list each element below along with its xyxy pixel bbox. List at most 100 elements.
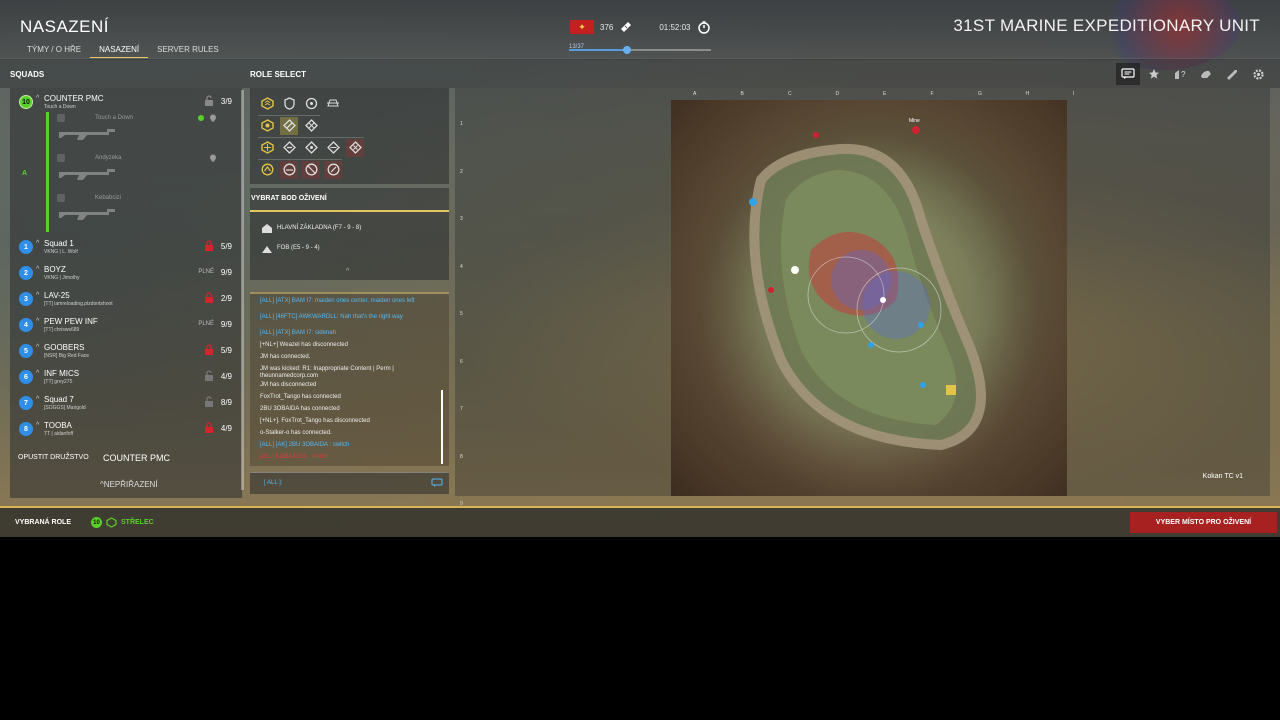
tickets-count: 376 [600, 22, 614, 32]
scout-icon[interactable] [280, 160, 298, 179]
squad-leader: [TT] grey275 [44, 379, 73, 385]
squad-row[interactable]: 2 ^ BOYZ VKNG | Jimothy PLNÉ 9/9 [16, 263, 240, 287]
squad-leader: [NSR] Big Red Face [44, 353, 90, 359]
ticket-icon [621, 22, 632, 32]
squad-row[interactable]: 5 ^ GOOBERS [NSR] Big Red Face 5/9 [16, 341, 240, 365]
squad-leader: [TT] iamreloading.plzdontshoot [44, 301, 113, 307]
map-row-label: 6 [460, 358, 463, 365]
squad-full-badge: PLNÉ [198, 321, 214, 327]
squad-count: 4/9 [220, 424, 232, 433]
squad-count: 9/9 [220, 268, 232, 277]
unassigned-toggle[interactable]: ^NEPŘIŘAZENÍ [100, 480, 158, 489]
tab-server-rules[interactable]: SERVER RULES [148, 44, 228, 58]
selected-role-squad: 10 [91, 517, 102, 528]
hat-icon[interactable] [302, 139, 320, 157]
rifleman-icon[interactable] [258, 117, 276, 135]
chat-send-icon[interactable] [431, 478, 443, 488]
chat-input[interactable]: [ ALL ]: [250, 472, 449, 494]
squad-count: 4/9 [220, 372, 232, 381]
squad-members: Touch a Down Andyzeka Kebabcizi [46, 112, 236, 232]
squad-row[interactable]: 4 ^ PEW PEW INF [TT] chrisws689 PLNÉ 9/9 [16, 315, 240, 339]
chevron-up-icon: ^ [36, 422, 40, 429]
hand-icon [1201, 70, 1211, 78]
chat-icon [1121, 68, 1135, 79]
driver-wheel-icon[interactable] [302, 94, 320, 112]
automatic-rifleman-icon[interactable] [302, 117, 320, 135]
chevron-up-icon: ^ [36, 396, 40, 403]
map-row-label: 7 [460, 406, 463, 412]
squad-member[interactable]: Andyzeka [57, 152, 237, 190]
select-spawn-button[interactable]: VYBER MÍSTO PRO OŽIVENÍ [1130, 512, 1277, 533]
main-base-marker [946, 385, 956, 395]
lat-icon[interactable] [280, 139, 298, 157]
bottom-bar: VYBRANÁ ROLE 10 STŘELEC VYBER MÍSTO PRO … [0, 506, 1280, 537]
squad-name: TOOBA [44, 421, 72, 430]
squad-row[interactable]: 3 ^ LAV-25 [TT] iamreloading.plzdontshoot 2/… [16, 289, 240, 313]
grenadier-icon[interactable] [280, 116, 298, 135]
spawn-main-base[interactable]: HLAVNÍ ZÁKLADNA (F7 - 9 - 8) [262, 221, 361, 235]
map-column-label: F [930, 91, 934, 97]
squad-row[interactable]: 1 ^ Squad 1 VKNG | L. Wolf 5/9 [16, 237, 240, 261]
chat-channel-label: [ ALL ]: [264, 480, 283, 486]
squad-row[interactable]: 7 ^ Squad 7 [SOGGS] Marigold 8/9 [16, 393, 240, 417]
leave-squad-button[interactable]: OPUSTIT DRUŽSTVO [18, 454, 89, 461]
squad-row[interactable]: 6 ^ INF MICS [TT] grey275 4/9 [16, 367, 240, 391]
squad-name: BOYZ [44, 265, 66, 274]
member-name: Touch a Down [95, 115, 134, 121]
spawn-label: HLAVNÍ ZÁKLADNA (F7 - 9 - 8) [277, 225, 362, 231]
tactical-map[interactable]: Mine [671, 100, 1067, 496]
section-band [0, 58, 1280, 88]
medic-shield-icon[interactable] [280, 94, 298, 112]
crewman-icon[interactable] [324, 94, 342, 112]
match-status: ✦ 376 01:52:03 [570, 20, 711, 34]
spawn-fob[interactable]: FOB (E5 - 9 - 4) [262, 241, 320, 255]
squad-leader: [SOGGS] Marigold [44, 405, 86, 411]
marksman-icon[interactable] [258, 139, 276, 157]
squad-row[interactable]: 8 ^ TOOBA TT | aidanfoff 4/9 [16, 419, 240, 443]
squad-member[interactable]: Kebabcizi [57, 192, 237, 230]
own-squad-leader: Touch a Down [44, 104, 76, 110]
squad-leader-icon[interactable] [258, 94, 276, 112]
sniper-icon[interactable] [324, 160, 342, 179]
chevron-up-icon[interactable]: ^ [346, 268, 349, 275]
squad-scrollbar[interactable] [241, 90, 244, 490]
sapper-icon[interactable] [346, 138, 364, 157]
unlocked-icon [205, 95, 213, 106]
own-squad-count: 3/9 [220, 97, 232, 106]
chat-message: [+NL+] Weazel has disconnected [260, 342, 348, 348]
match-timer: 01:52:03 [659, 22, 691, 32]
chevron-up-icon: ^ [36, 240, 40, 247]
map-row-label: 3 [460, 216, 463, 222]
role-row [258, 159, 342, 179]
squad-number: 1 [19, 240, 33, 254]
rifle-icon [59, 209, 115, 220]
spawn-heading: VYBRAT BOD OŽIVENÍ [251, 195, 327, 202]
squad-number: 4 [19, 318, 33, 332]
lock-icon [205, 292, 213, 303]
tab-teams[interactable]: TÝMY / O HŘE [18, 44, 90, 58]
squad-member[interactable]: Touch a Down [57, 112, 237, 150]
flag-marker [791, 266, 799, 274]
restricted-icon[interactable] [302, 160, 320, 179]
map-column-label: C [788, 91, 792, 97]
map-toolbar: ? [1116, 63, 1270, 85]
settings-tool-button[interactable] [1246, 63, 1270, 85]
chat-scrollbar[interactable] [441, 390, 443, 464]
ordnance-tool-button[interactable] [1220, 63, 1244, 85]
help-tool-button[interactable]: ? [1168, 63, 1192, 85]
tab-deployment[interactable]: NASAZENÍ [90, 44, 149, 58]
squad-full-badge: PLNÉ [198, 269, 214, 275]
match-progress-bar [569, 46, 711, 54]
gesture-tool-button[interactable] [1194, 63, 1218, 85]
favorite-tool-button[interactable] [1142, 63, 1166, 85]
chat-message: 2BU 3OBAIDA has connected [260, 406, 340, 412]
game-screen: NASAZENÍ TÝMY / O HŘE NASAZENÍ SERVER RU… [0, 0, 1280, 537]
engineer-icon[interactable] [324, 139, 342, 157]
role-icon [57, 194, 65, 202]
pilot-icon[interactable] [258, 161, 276, 179]
role-row [258, 115, 320, 135]
skull-icon [210, 154, 216, 162]
skull-icon [210, 114, 216, 122]
chat-tool-button[interactable] [1116, 63, 1140, 85]
own-squad-number: 10 [19, 95, 33, 109]
